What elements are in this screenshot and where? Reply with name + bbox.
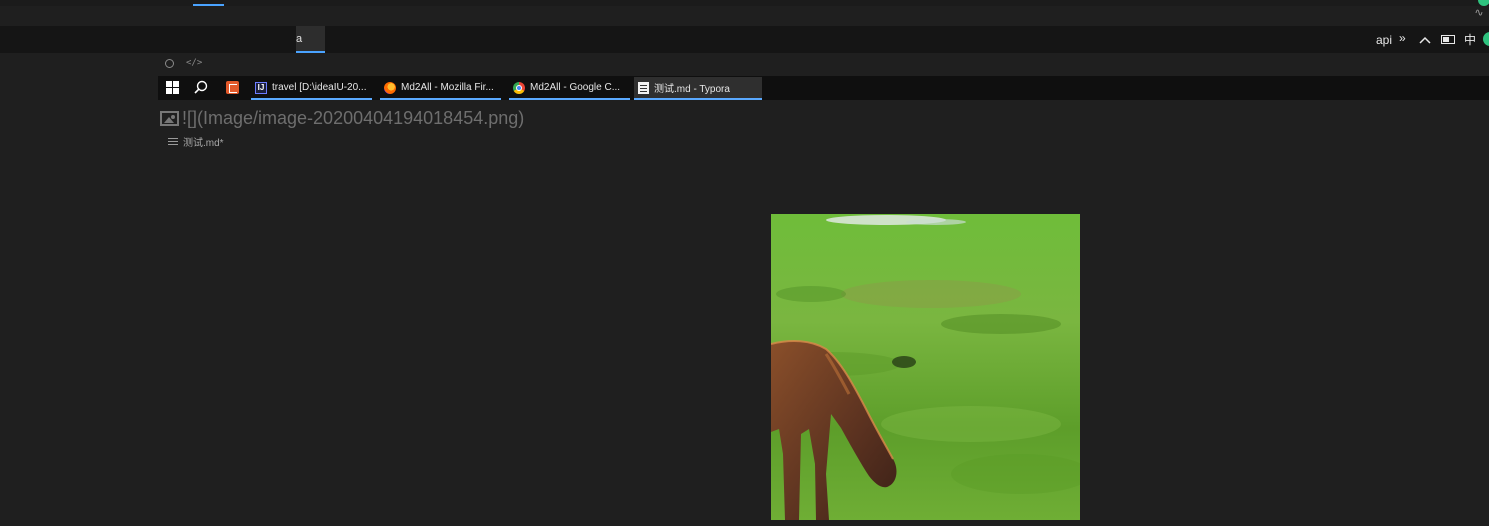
file-name-bar[interactable]: 测试.md* <box>168 134 224 149</box>
windows-start-icon[interactable] <box>166 81 179 94</box>
taskbar-item-intellij[interactable]: IJ travel [D:\ideaIU-20... <box>251 77 372 100</box>
typora-icon <box>638 81 649 94</box>
chevron-up-icon <box>1419 36 1431 44</box>
file-name: 测试.md* <box>183 137 224 149</box>
horse-grazing-photo <box>771 214 1080 520</box>
tab-active[interactable]: a <box>296 26 325 53</box>
tab-bar <box>0 26 1489 53</box>
top-tab-indicator <box>193 4 224 6</box>
battery-icon <box>1441 35 1455 44</box>
editor-mode-icons: </> <box>165 57 202 69</box>
taskbar-item-label: Md2All - Mozilla Fir... <box>401 82 494 93</box>
intellij-idea-icon: IJ <box>255 81 267 94</box>
outline-icon <box>168 137 178 145</box>
firefox-icon <box>384 81 396 94</box>
show-hidden-icons-button[interactable] <box>1418 26 1432 53</box>
source-code-icon[interactable]: </> <box>186 58 202 68</box>
wave-icon[interactable]: ∿ <box>1472 7 1486 19</box>
pinned-app-icon[interactable] <box>226 81 239 94</box>
taskbar-item-label: Md2All - Google C... <box>530 82 621 93</box>
tray-api-label[interactable]: api <box>1376 26 1392 53</box>
search-icon[interactable] <box>194 80 208 94</box>
ime-indicator[interactable]: 中 <box>1463 26 1477 53</box>
taskbar-item-label: 测试.md - Typora <box>654 84 730 95</box>
battery-button[interactable] <box>1440 26 1456 53</box>
tray-overflow-icon[interactable]: » <box>1399 24 1406 51</box>
markdown-source-text[interactable]: ![](Image/image-20200404194018454.png) <box>182 108 524 129</box>
chrome-icon <box>513 81 525 94</box>
taskbar-item-chrome[interactable]: Md2All - Google C... <box>509 77 630 100</box>
taskbar-item-typora[interactable]: 测试.md - Typora <box>634 77 762 100</box>
image-icon <box>160 110 179 126</box>
taskbar-item-firefox[interactable]: Md2All - Mozilla Fir... <box>380 77 501 100</box>
tab-label: a <box>296 33 303 45</box>
rendered-image[interactable] <box>771 214 1080 520</box>
taskbar-item-label: travel [D:\ideaIU-20... <box>272 82 367 93</box>
circle-icon[interactable] <box>165 58 174 68</box>
markdown-image-source[interactable]: ![](Image/image-20200404194018454.png) <box>160 107 524 129</box>
